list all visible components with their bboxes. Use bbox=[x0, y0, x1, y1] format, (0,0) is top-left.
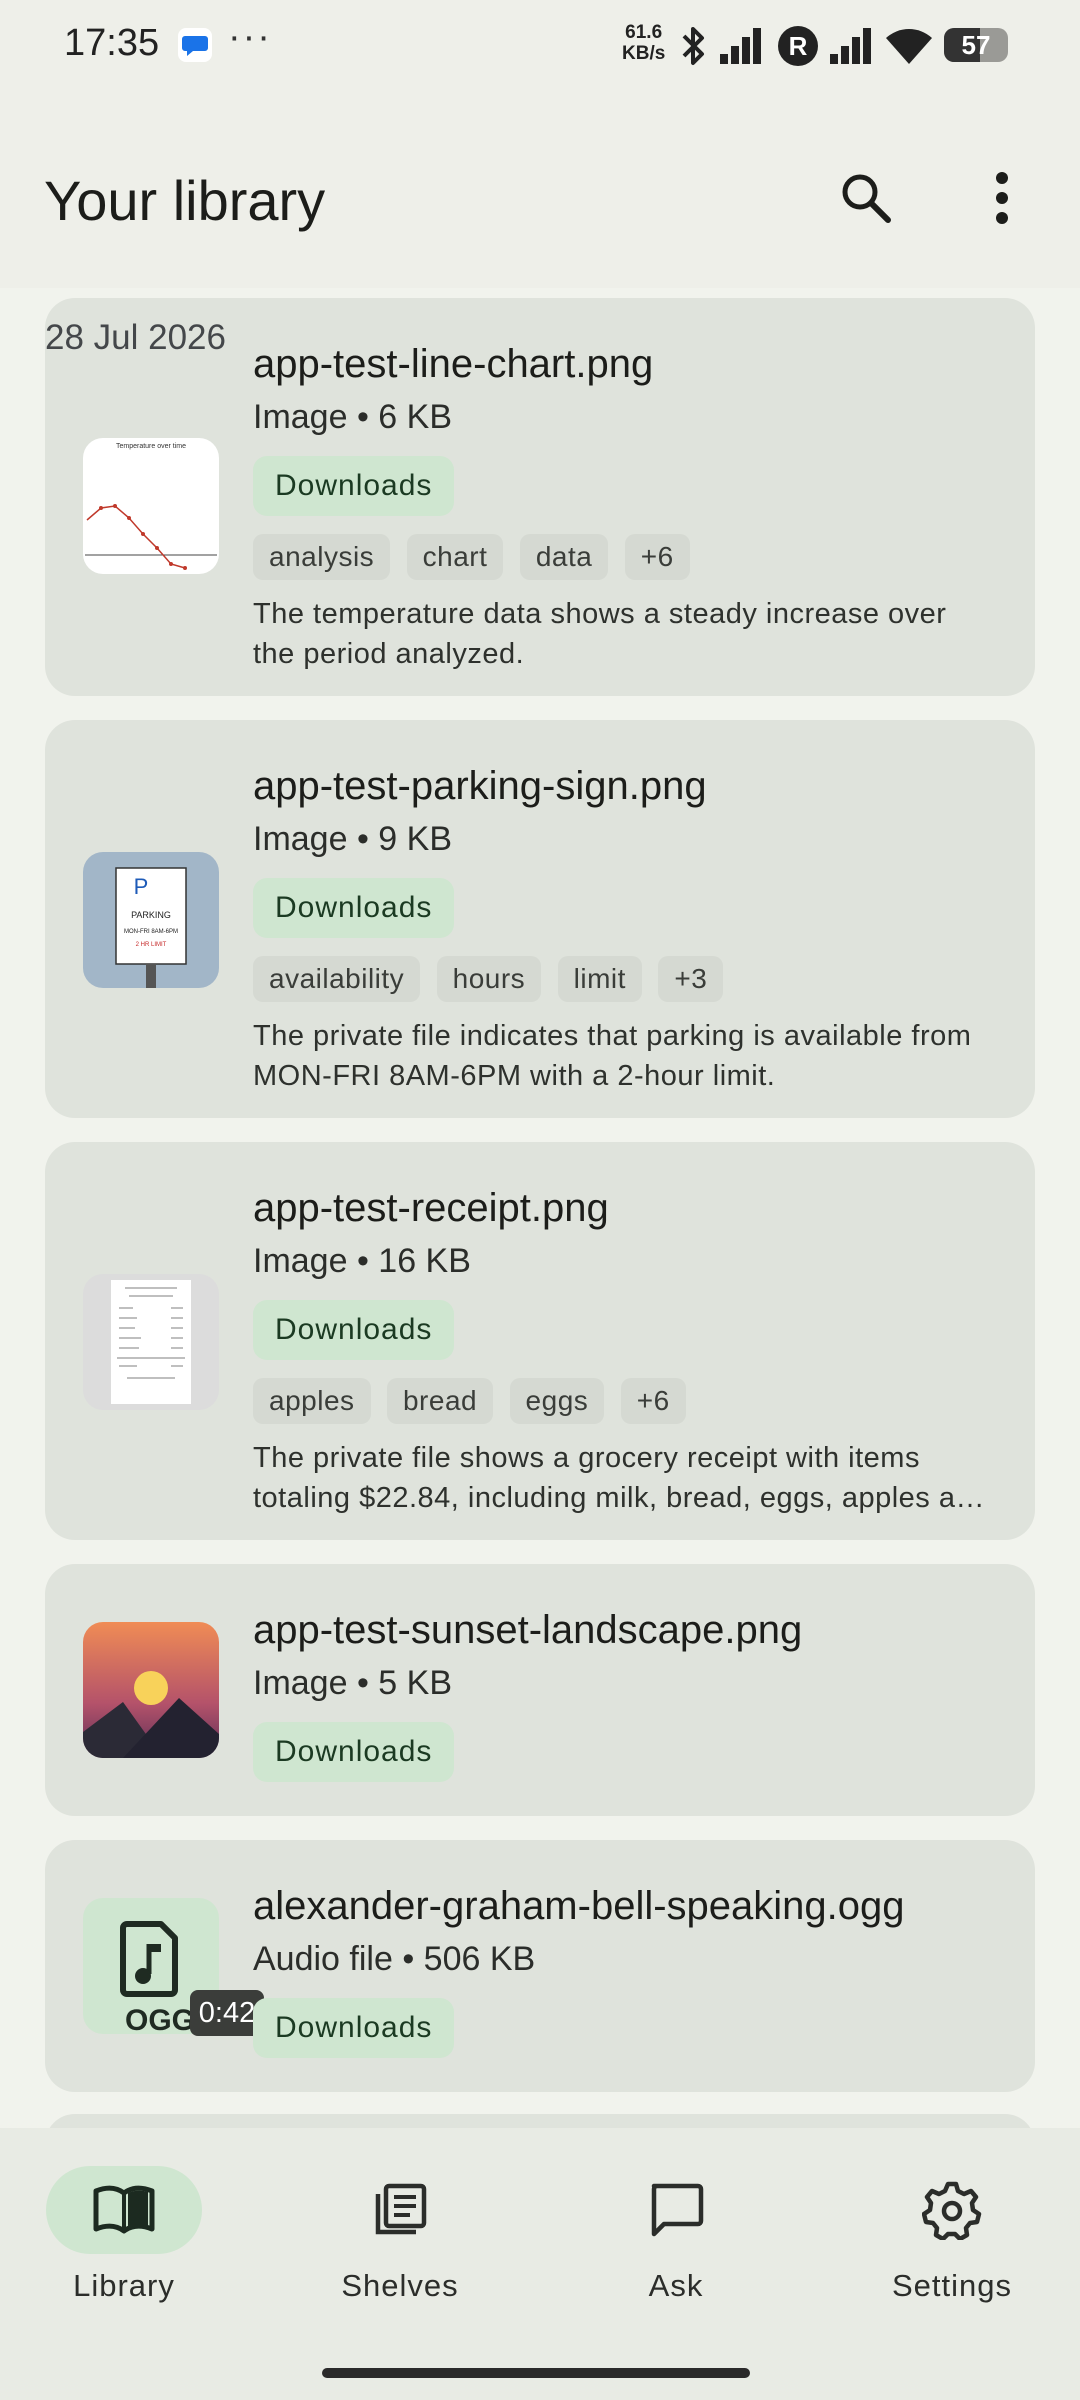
sunset-landscape-thumbnail bbox=[83, 1622, 219, 1758]
shelves-icon bbox=[375, 2183, 427, 2235]
thumb-hours: MON-FRI 8AM-6PM bbox=[124, 929, 178, 935]
status-bar: 17:35 ··· 61.6 KB/s R 57 bbox=[0, 0, 1080, 90]
top-app-bar: Your library bbox=[0, 90, 1080, 288]
file-description: The temperature data shows a steady incr… bbox=[253, 598, 947, 670]
bottom-navigation: Library Shelves Ask Settings bbox=[0, 2128, 1080, 2400]
wifi-icon bbox=[886, 29, 932, 64]
page-title: Your library bbox=[44, 169, 326, 232]
svg-text:R: R bbox=[789, 31, 808, 61]
battery-icon: 57 bbox=[944, 28, 1008, 62]
library-item-card[interactable]: app-test-sunset-landscape.png Image • 5 … bbox=[45, 1564, 1035, 1816]
location-chip[interactable]: Downloads bbox=[253, 1722, 455, 1782]
home-indicator[interactable] bbox=[322, 2368, 750, 2378]
more-tags-chip[interactable]: +6 bbox=[620, 1378, 686, 1424]
status-time: 17:35 bbox=[64, 22, 160, 64]
thumb-p: P bbox=[134, 874, 149, 899]
network-speed-value: 61.6 bbox=[625, 22, 663, 43]
search-button[interactable] bbox=[816, 148, 916, 248]
library-item-card[interactable]: OGG 0:42 alexander-graham-bell-speaking.… bbox=[45, 1840, 1035, 2092]
network-speed-unit: KB/s bbox=[622, 43, 666, 64]
library-item-card[interactable]: app-test-receipt.png Image • 16 KB Downl… bbox=[45, 1142, 1035, 1540]
file-name: app-test-sunset-landscape.png bbox=[253, 1608, 803, 1652]
chat-bubble-icon bbox=[651, 2183, 704, 2237]
file-meta: Image • 9 KB bbox=[253, 820, 453, 858]
network-speed: 61.6 KB/s bbox=[622, 22, 665, 64]
tag-chip[interactable]: analysis bbox=[253, 534, 391, 580]
more-options-button[interactable] bbox=[952, 148, 1052, 248]
more-vert-icon bbox=[996, 172, 1008, 224]
signal-strength-icon bbox=[720, 28, 761, 64]
search-icon bbox=[842, 174, 891, 223]
bluetooth-icon bbox=[682, 27, 704, 65]
book-open-icon bbox=[93, 2185, 155, 2234]
tag-chip[interactable]: eggs bbox=[509, 1378, 605, 1424]
more-tags-chip[interactable]: +3 bbox=[658, 956, 724, 1002]
signal-strength-2-icon bbox=[830, 28, 871, 64]
tag-chip[interactable]: availability bbox=[253, 956, 421, 1002]
nav-item-library[interactable]: Library bbox=[24, 2166, 224, 2304]
location-chip[interactable]: Downloads bbox=[253, 1998, 455, 2058]
nav-item-ask[interactable]: Ask bbox=[576, 2166, 776, 2304]
location-chip[interactable]: Downloads bbox=[253, 1300, 455, 1360]
file-type-label: OGG bbox=[125, 2004, 195, 2034]
tag-chip[interactable]: bread bbox=[386, 1378, 494, 1424]
file-meta: Image • 6 KB bbox=[253, 398, 453, 436]
file-meta: Audio file • 506 KB bbox=[253, 1940, 536, 1978]
location-chip[interactable]: Downloads bbox=[253, 456, 455, 516]
tag-chip[interactable]: apples bbox=[253, 1378, 371, 1424]
parking-sign-thumbnail: P PARKING MON-FRI 8AM-6PM 2 HR LIMIT bbox=[83, 852, 219, 988]
file-name: app-test-line-chart.png bbox=[253, 342, 654, 386]
gear-icon bbox=[922, 2181, 982, 2240]
nav-label: Library bbox=[73, 2268, 175, 2303]
file-name: app-test-receipt.png bbox=[253, 1186, 609, 1230]
file-meta: Image • 16 KB bbox=[253, 1242, 471, 1280]
tag-list: availability hours limit +3 bbox=[253, 956, 995, 1006]
thumb-chart-title: Temperature over time bbox=[116, 443, 186, 450]
tag-chip[interactable]: limit bbox=[557, 956, 642, 1002]
nav-label: Ask bbox=[648, 2268, 704, 2303]
date-header: 28 Jul 2026 bbox=[45, 318, 226, 357]
file-description: The private file indicates that parking … bbox=[253, 1020, 972, 1092]
tag-list: apples bread eggs +6 bbox=[253, 1378, 995, 1428]
library-list[interactable]: 28 Jul 2026 Temperature over time app-te… bbox=[0, 288, 1080, 2128]
library-item-card[interactable] bbox=[45, 2114, 1035, 2128]
message-notification-icon bbox=[178, 28, 212, 62]
file-name: app-test-parking-sign.png bbox=[253, 764, 707, 808]
more-notifications-icon: ··· bbox=[228, 16, 272, 58]
thumb-limit: 2 HR LIMIT bbox=[136, 942, 167, 948]
file-name: alexander-graham-bell-speaking.ogg bbox=[253, 1884, 905, 1928]
tag-chip[interactable]: data bbox=[519, 534, 609, 580]
library-item-card[interactable]: P PARKING MON-FRI 8AM-6PM 2 HR LIMIT app… bbox=[45, 720, 1035, 1118]
nav-item-settings[interactable]: Settings bbox=[852, 2166, 1052, 2304]
tag-chip[interactable]: chart bbox=[406, 534, 504, 580]
file-description: The private file shows a grocery receipt… bbox=[253, 1442, 989, 1514]
roaming-icon: R bbox=[778, 26, 818, 66]
thumb-parking: PARKING bbox=[131, 910, 171, 920]
location-chip[interactable]: Downloads bbox=[253, 878, 455, 938]
receipt-thumbnail bbox=[83, 1274, 219, 1410]
file-meta: Image • 5 KB bbox=[253, 1664, 453, 1702]
more-tags-chip[interactable]: +6 bbox=[624, 534, 690, 580]
line-chart-thumbnail: Temperature over time bbox=[83, 438, 219, 574]
nav-label: Shelves bbox=[341, 2268, 459, 2303]
nav-item-shelves[interactable]: Shelves bbox=[300, 2166, 500, 2304]
nav-label: Settings bbox=[891, 2268, 1012, 2303]
battery-level: 57 bbox=[961, 30, 991, 60]
tag-chip[interactable]: hours bbox=[436, 956, 542, 1002]
tag-list: analysis chart data +6 bbox=[253, 534, 995, 584]
